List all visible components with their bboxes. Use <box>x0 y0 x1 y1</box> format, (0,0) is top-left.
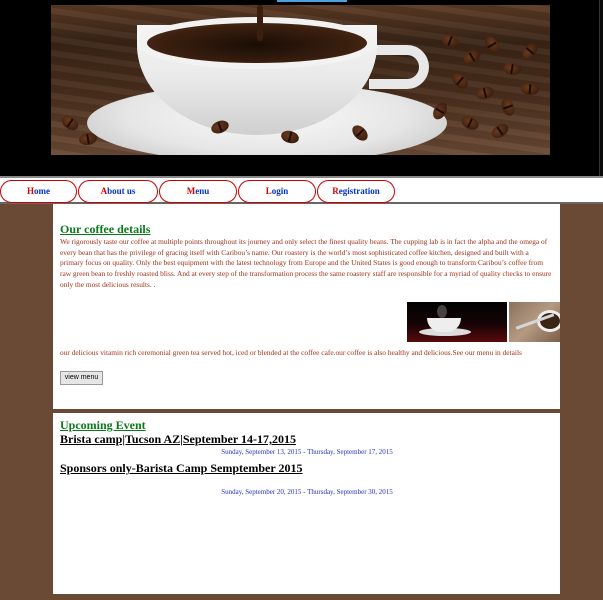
menu-description: our delicious vitamin rich ceremonial gr… <box>60 348 522 357</box>
view-menu-button[interactable]: view menu <box>60 371 103 385</box>
event-link[interactable]: Brista camp|Tucson AZ|September 14-17,20… <box>60 432 296 447</box>
coffee-cup-thumbnail[interactable] <box>407 302 507 342</box>
main-nav: Home About us Menu Login Registration <box>0 176 603 204</box>
header-right-strip <box>599 0 603 176</box>
nav-registration[interactable]: Registration <box>317 180 395 203</box>
nav-about-us[interactable]: About us <box>78 180 158 203</box>
event-link[interactable]: Sponsors only-Barista Camp Semptember 20… <box>60 461 302 476</box>
scrollbar-edge <box>277 0 347 2</box>
event-dates: Sunday, September 20, 2015 - Thursday, S… <box>221 488 393 496</box>
upcoming-event-title: Upcoming Event <box>60 418 146 432</box>
coffee-details-panel: Our coffee details We rigorously taste o… <box>53 204 560 409</box>
coffee-details-title: Our coffee details <box>60 222 151 236</box>
event-dates: Sunday, September 13, 2015 - Thursday, S… <box>221 448 393 456</box>
nav-login[interactable]: Login <box>238 180 316 203</box>
hero-coffee-image <box>51 5 550 155</box>
nav-menu[interactable]: Menu <box>159 180 237 203</box>
coffee-spoon-thumbnail[interactable] <box>509 302 560 342</box>
upcoming-events-panel: Upcoming Event Brista camp|Tucson AZ|Sep… <box>53 413 560 594</box>
coffee-description: We rigorously taste our coffee at multip… <box>60 237 552 289</box>
nav-home[interactable]: Home <box>0 180 77 203</box>
